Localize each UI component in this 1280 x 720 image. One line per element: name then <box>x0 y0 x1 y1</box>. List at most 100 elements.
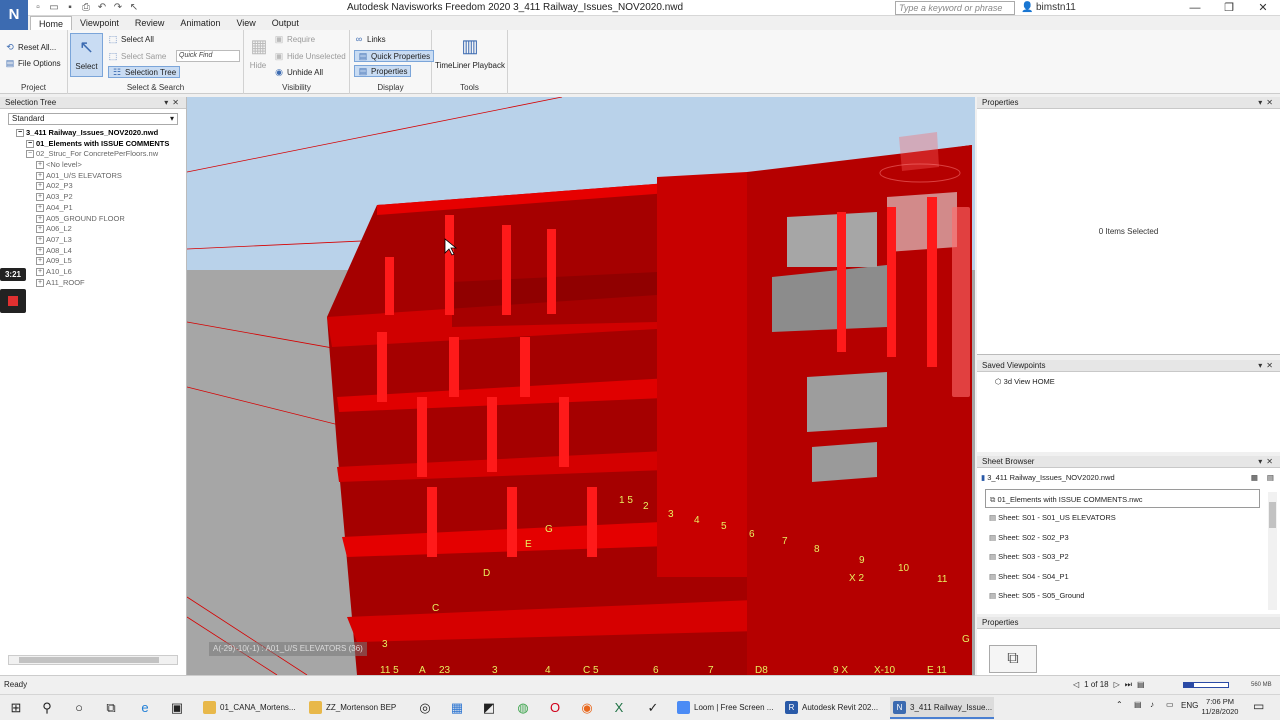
reset-all-button[interactable]: ⟲ Reset All... <box>5 42 56 52</box>
quick-properties-button[interactable]: ▤ Quick Properties <box>354 50 435 62</box>
panel-pin-close-icons[interactable]: ▾✕ <box>164 97 183 109</box>
sheet-vertical-scrollbar[interactable] <box>1268 492 1277 610</box>
tree-item[interactable]: + A11_ROOF <box>0 278 186 289</box>
expand-icon[interactable]: + <box>36 267 44 276</box>
sheet-item[interactable]: ⧉ 01_Elements with ISSUE COMMENTS.nwc <box>985 489 1260 509</box>
minimize-icon[interactable]: — <box>1178 0 1212 16</box>
help-search-input[interactable]: Type a keyword or phrase <box>895 1 1015 15</box>
app-icon[interactable]: ◎ <box>416 699 434 717</box>
store-icon[interactable]: ▣ <box>168 699 186 717</box>
navigation-bar[interactable] <box>952 207 970 397</box>
file-options-button[interactable]: ▤ File Options <box>5 58 61 68</box>
tree-item[interactable]: + <No level> <box>0 160 186 171</box>
tray-chevron-icon[interactable]: ⌃ <box>1116 700 1123 709</box>
tab-output[interactable]: Output <box>264 16 307 30</box>
tree-item[interactable]: + A04_P1 <box>0 203 186 214</box>
properties-button[interactable]: ▤ Properties <box>354 65 412 77</box>
select-same-button[interactable]: ⬚ Select Same <box>108 51 167 61</box>
tree-item[interactable]: + A07_L3 <box>0 235 186 246</box>
sheet-item[interactable]: ▤ Sheet: S05 - S05_Ground <box>985 586 1260 605</box>
expand-icon[interactable]: + <box>36 225 44 234</box>
scroll-thumb[interactable] <box>19 657 159 663</box>
restore-icon[interactable]: ❐ <box>1212 0 1246 16</box>
quick-find-input[interactable]: Quick Find <box>176 50 240 62</box>
excel-icon[interactable]: X <box>610 699 628 717</box>
tab-animation[interactable]: Animation <box>172 16 228 30</box>
tree-item[interactable]: + A02_P3 <box>0 181 186 192</box>
app-icon[interactable]: ◩ <box>480 699 498 717</box>
taskbar-app-revit[interactable]: R Autodesk Revit 202... <box>782 697 886 719</box>
tree-item[interactable]: + A09_L5 <box>0 256 186 267</box>
sheet-item[interactable]: ▤ Sheet: S02 - S02_P3 <box>985 528 1260 547</box>
expand-icon[interactable]: + <box>36 214 44 223</box>
tab-review[interactable]: Review <box>127 16 173 30</box>
calculator-icon[interactable]: ▦ <box>448 699 466 717</box>
stop-recording-button[interactable] <box>0 289 26 313</box>
require-button[interactable]: ▣ Require <box>274 34 315 44</box>
selection-tree-button[interactable]: ☷ Selection Tree <box>108 66 181 78</box>
tree-item[interactable]: + A03_P2 <box>0 192 186 203</box>
tree-mode-select[interactable]: Standard <box>8 113 178 125</box>
tab-view[interactable]: View <box>228 16 263 30</box>
hide-unselected-button[interactable]: ▣ Hide Unselected <box>274 51 346 61</box>
taskbar-app-explorer-2[interactable]: ZZ_Mortenson BEP <box>306 697 408 719</box>
scroll-thumb[interactable] <box>1269 502 1276 528</box>
tree-item[interactable]: + A10_L6 <box>0 267 186 278</box>
taskbar-app-chrome[interactable]: Loom | Free Screen ... <box>674 697 778 719</box>
grid-view-icon[interactable]: ▦ <box>1251 473 1258 482</box>
model-scene[interactable]: 1 5 2 3 4 5 6 7 8 9 10 11 G E D C X 2 11… <box>187 97 975 675</box>
sheet-item[interactable]: ▤ Sheet: S03 - S03_P2 <box>985 547 1260 566</box>
tree-item[interactable]: + A01_U/S ELEVATORS <box>0 171 186 182</box>
viewpoint-item[interactable]: ⬡ 3d View HOME <box>977 377 1280 386</box>
unhide-all-button[interactable]: ◉ Unhide All <box>274 67 323 77</box>
task-view-icon[interactable]: ⧉ <box>102 699 120 717</box>
app-icon[interactable]: ◍ <box>514 699 532 717</box>
tree-item[interactable]: −01_Elements with ISSUE COMMENTS <box>0 139 186 150</box>
expand-icon[interactable]: + <box>36 161 44 170</box>
firefox-icon[interactable]: ◉ <box>578 699 596 717</box>
user-name[interactable]: bimstn11 <box>1036 2 1076 13</box>
expand-icon[interactable]: + <box>36 257 44 266</box>
app-icon[interactable]: ✓ <box>644 699 662 717</box>
tree-item[interactable]: + A06_L2 <box>0 224 186 235</box>
3d-viewport[interactable]: 1 5 2 3 4 5 6 7 8 9 10 11 G E D C X 2 11… <box>187 97 975 675</box>
next-page-icon[interactable]: ▷ <box>1114 676 1120 694</box>
expand-icon[interactable]: + <box>36 278 44 287</box>
expand-icon[interactable]: + <box>36 203 44 212</box>
last-page-icon[interactable]: ⏭ <box>1125 676 1132 694</box>
cortana-icon[interactable]: ○ <box>70 699 88 717</box>
sheet-document[interactable]: ▮ 3_411 Railway_Issues_NOV2020.nwd ▦ ▤ <box>977 468 1280 487</box>
tab-viewpoint[interactable]: Viewpoint <box>72 16 127 30</box>
expand-icon[interactable]: + <box>36 171 44 180</box>
panel-pin-close-icons[interactable]: ▾✕ <box>1258 456 1277 468</box>
model-properties-icon[interactable]: ⧉ <box>989 645 1037 673</box>
select-button[interactable]: ↖ Select <box>70 33 103 77</box>
expand-icon[interactable]: + <box>36 182 44 191</box>
tree-item[interactable]: + A08_L4 <box>0 246 186 257</box>
expand-icon[interactable]: + <box>36 246 44 255</box>
taskbar-app-explorer-1[interactable]: 01_CANA_Mortens... <box>200 697 302 719</box>
volume-icon[interactable]: ♪ <box>1150 700 1154 709</box>
tree-item[interactable]: + A05_GROUND FLOOR <box>0 214 186 225</box>
hide-button[interactable]: ▦ Hide <box>246 33 270 70</box>
language-indicator[interactable]: ENG <box>1181 701 1198 710</box>
panel-pin-close-icons[interactable]: ▾✕ <box>1258 97 1277 109</box>
sheet-item[interactable]: ▤ Sheet: S01 - S01_US ELEVATORS <box>985 508 1260 527</box>
collapse-icon[interactable]: − <box>26 139 34 148</box>
expand-icon[interactable]: + <box>36 193 44 202</box>
sheet-list-icon[interactable]: ▤ <box>1137 676 1145 694</box>
timeliner-playback-button[interactable]: ▥ TimeLiner Playback <box>435 33 505 70</box>
tree-item[interactable]: −3_411 Railway_Issues_NOV2020.nwd <box>0 128 186 139</box>
tree-item[interactable]: −02_Struc_For ConcretePerFloors.nw <box>0 149 186 160</box>
taskbar-app-navisworks[interactable]: N 3_411 Railway_Issue... <box>890 697 994 719</box>
search-icon[interactable]: ⚲ <box>38 699 56 717</box>
close-icon[interactable]: ✕ <box>1246 0 1280 16</box>
edge-icon[interactable]: e <box>136 699 154 717</box>
sheet-item[interactable]: ▤ Sheet: S04 - S04_P1 <box>985 567 1260 586</box>
tree-horizontal-scrollbar[interactable] <box>8 655 178 665</box>
tab-home[interactable]: Home <box>30 16 73 30</box>
panel-pin-close-icons[interactable]: ▾✕ <box>1258 360 1277 372</box>
links-button[interactable]: ∞ Links <box>354 34 386 44</box>
windows-start-icon[interactable]: ⊞ <box>7 699 25 717</box>
opera-icon[interactable]: O <box>546 699 564 717</box>
